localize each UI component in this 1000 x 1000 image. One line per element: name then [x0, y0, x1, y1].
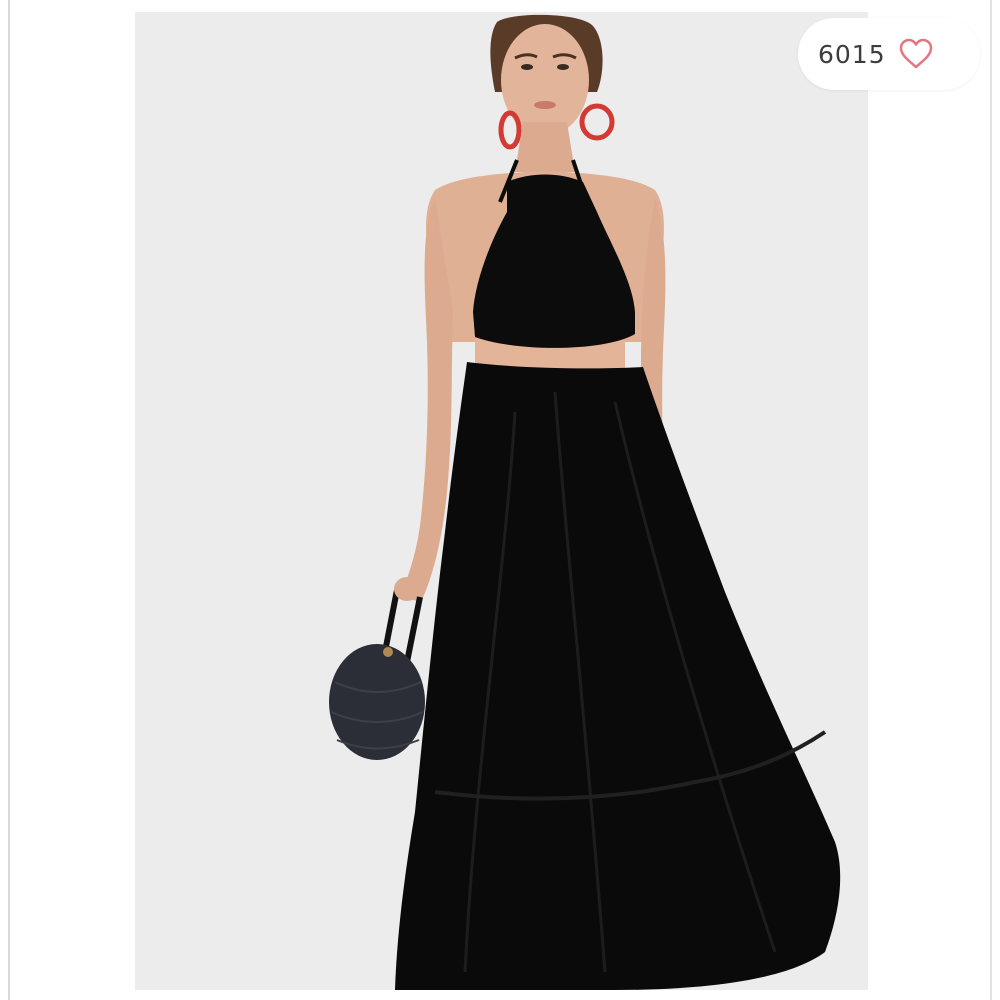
product-photo-art	[135, 12, 868, 990]
product-photo[interactable]	[135, 12, 868, 990]
right-divider	[990, 0, 992, 1000]
left-divider	[8, 0, 10, 1000]
left-eye	[521, 64, 533, 70]
heart-outline-icon[interactable]	[898, 38, 934, 70]
like-button[interactable]: 6015	[798, 18, 980, 90]
neck	[515, 122, 575, 172]
bag-clasp	[383, 647, 393, 657]
left-hand	[394, 577, 420, 601]
like-count: 6015	[818, 39, 886, 69]
lips	[534, 101, 556, 109]
right-eye	[557, 64, 569, 70]
listing-page: 6015	[0, 0, 1000, 1000]
